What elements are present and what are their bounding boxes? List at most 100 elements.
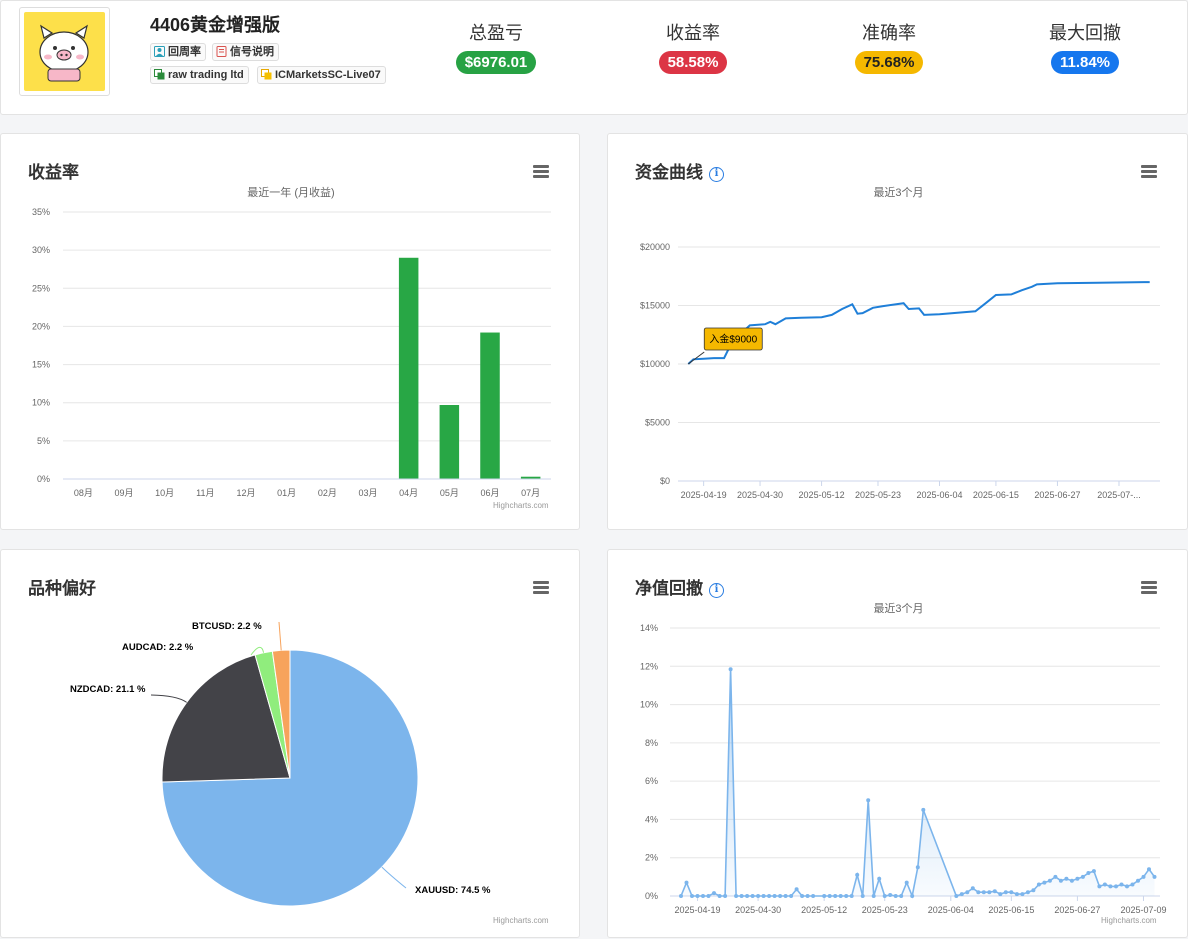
- y-tick-label: $10000: [640, 359, 670, 369]
- drawdown-point: [981, 890, 986, 895]
- drawdown-point: [844, 894, 849, 898]
- signal-title: 4406黄金增强版: [150, 15, 281, 35]
- drawdown-point: [1053, 874, 1058, 879]
- account-server-tag[interactable]: ICMarketsSC-Live07: [257, 66, 386, 84]
- drawdown-point: [717, 894, 722, 898]
- drawdown-point: [723, 894, 728, 898]
- drawdown-point: [745, 894, 750, 898]
- x-tick-label: 2025-06-04: [928, 905, 974, 915]
- signal-header: 4406黄金增强版 回周率 信号说明 raw trading ltd ICMar…: [0, 0, 1188, 115]
- y-tick-label: 35%: [32, 207, 50, 217]
- drawdown-point: [1147, 867, 1151, 872]
- highcharts-credit[interactable]: Highcharts.com: [493, 501, 549, 510]
- equity-series-line: [687, 281, 1150, 365]
- drawdown-point: [827, 894, 832, 898]
- drawdown-point: [1047, 878, 1052, 883]
- drawdown-point: [1031, 888, 1036, 893]
- x-tick-label: 04月: [399, 488, 418, 498]
- drawdown-point: [866, 798, 871, 803]
- drawdown-point: [1020, 892, 1025, 897]
- pie-connector: [150, 694, 187, 703]
- drawdown-point: [959, 892, 964, 897]
- drawdown-point: [921, 807, 926, 812]
- x-tick-label: 11月: [196, 488, 214, 498]
- drawdown-point: [1091, 869, 1096, 874]
- monthly-return-card: 收益率 最近一年 (月收益) 0% 5% 10% 15% 20% 25% 30% 35% 08月…: [0, 133, 580, 530]
- drawdown-point: [1058, 878, 1063, 883]
- equity-curve-chart: $0 $5000 $10000 $15000 $20000 2025-04-19 2025-…: [640, 242, 1160, 500]
- drawdown-point: [904, 880, 909, 885]
- x-tick-label: 2025-07-...: [1097, 490, 1141, 500]
- drawdown-point: [805, 894, 810, 898]
- user-icon: [154, 46, 165, 57]
- x-tick-label: 08月: [74, 488, 93, 498]
- drawdown-point: [992, 889, 997, 894]
- symbol-preference-card: 品种偏好 XAUUSD: 74.5 % NZDCAD: 21.1 % AUDCAD:…: [0, 549, 580, 938]
- broker-tag[interactable]: raw trading ltd: [150, 66, 249, 84]
- x-tick-label: 12月: [236, 488, 255, 498]
- drawdown-point: [970, 886, 975, 891]
- y-tick-label: 0%: [645, 891, 658, 901]
- x-tick-label: 2025-06-27: [1034, 490, 1080, 500]
- y-tick-label: 10%: [640, 700, 658, 710]
- y-tick-label: $5000: [645, 418, 670, 428]
- y-tick-label: 8%: [645, 738, 658, 748]
- stat-max-drawdown: 最大回撤 11.84%: [1015, 19, 1155, 74]
- stat-label: 准确率: [862, 23, 916, 43]
- x-tick-label: 2025-06-04: [916, 490, 962, 500]
- y-tick-label: 2%: [645, 853, 658, 863]
- stat-accuracy: 准确率 75.68%: [819, 19, 959, 74]
- drawdown-point: [1075, 876, 1080, 881]
- drawdown-point: [1119, 882, 1124, 887]
- drawdown-point: [882, 894, 887, 898]
- avatar[interactable]: [19, 7, 110, 96]
- stat-value-badge: 58.58%: [658, 51, 728, 74]
- stat-total-pnl: 总盈亏 $6976.01: [426, 19, 566, 74]
- drawdown-point: [1097, 884, 1102, 889]
- bar: [439, 405, 460, 479]
- x-tick-label: 01月: [277, 488, 296, 498]
- highcharts-credit[interactable]: Highcharts.com: [1101, 916, 1157, 925]
- drawdown-card: 净值回撤 i 最近3个月 0% 2% 4% 6% 8% 10% 12% 14% 2025-04-1…: [607, 549, 1188, 938]
- drawdown-point: [1086, 871, 1091, 875]
- drawdown-point: [1080, 874, 1085, 879]
- x-tick-label: 2025-05-12: [801, 905, 847, 915]
- drawdown-point: [1003, 890, 1008, 895]
- x-tick-label: 2025-04-30: [737, 490, 783, 500]
- x-tick-label: 07月: [521, 488, 540, 498]
- x-tick-label: 09月: [114, 488, 133, 498]
- stat-label: 总盈亏: [469, 23, 523, 43]
- y-tick-label: 6%: [645, 776, 658, 786]
- y-tick-label: 20%: [32, 321, 50, 331]
- signal-description-tag[interactable]: 信号说明: [212, 43, 279, 61]
- stat-value-badge: 75.68%: [854, 51, 924, 74]
- drawdown-point: [893, 894, 898, 898]
- y-tick-label: 0%: [37, 474, 50, 484]
- pie-label: XAUUSD: 74.5 %: [415, 885, 491, 896]
- drawdown-point: [739, 894, 744, 898]
- deposit-annotation: 入金$9000: [709, 333, 757, 346]
- drawdown-point: [915, 865, 920, 870]
- y-tick-label: 12%: [640, 661, 658, 671]
- x-tick-label: 06月: [480, 488, 499, 498]
- y-tick-label: 25%: [32, 283, 50, 293]
- weekly-rate-tag[interactable]: 回周率: [150, 43, 206, 61]
- x-tick-label: 2025-06-15: [973, 490, 1019, 500]
- account-icon: [261, 69, 272, 80]
- drawdown-point: [888, 893, 893, 897]
- bar: [398, 257, 419, 479]
- broker-icon: [154, 69, 165, 80]
- highcharts-credit[interactable]: Highcharts.com: [493, 916, 549, 925]
- x-tick-label: 2025-07-09: [1120, 905, 1166, 915]
- drawdown-point: [833, 894, 838, 898]
- stat-label: 收益率: [666, 23, 720, 43]
- drawdown-point: [728, 667, 733, 672]
- pie-connector: [381, 866, 407, 889]
- drawdown-point: [899, 894, 904, 898]
- y-tick-label: $0: [660, 476, 670, 486]
- y-tick-label: 10%: [32, 398, 50, 408]
- drawdown-point: [695, 894, 700, 898]
- drawdown-point: [690, 894, 694, 898]
- drawdown-point: [1136, 878, 1140, 883]
- drawdown-point: [1036, 882, 1041, 887]
